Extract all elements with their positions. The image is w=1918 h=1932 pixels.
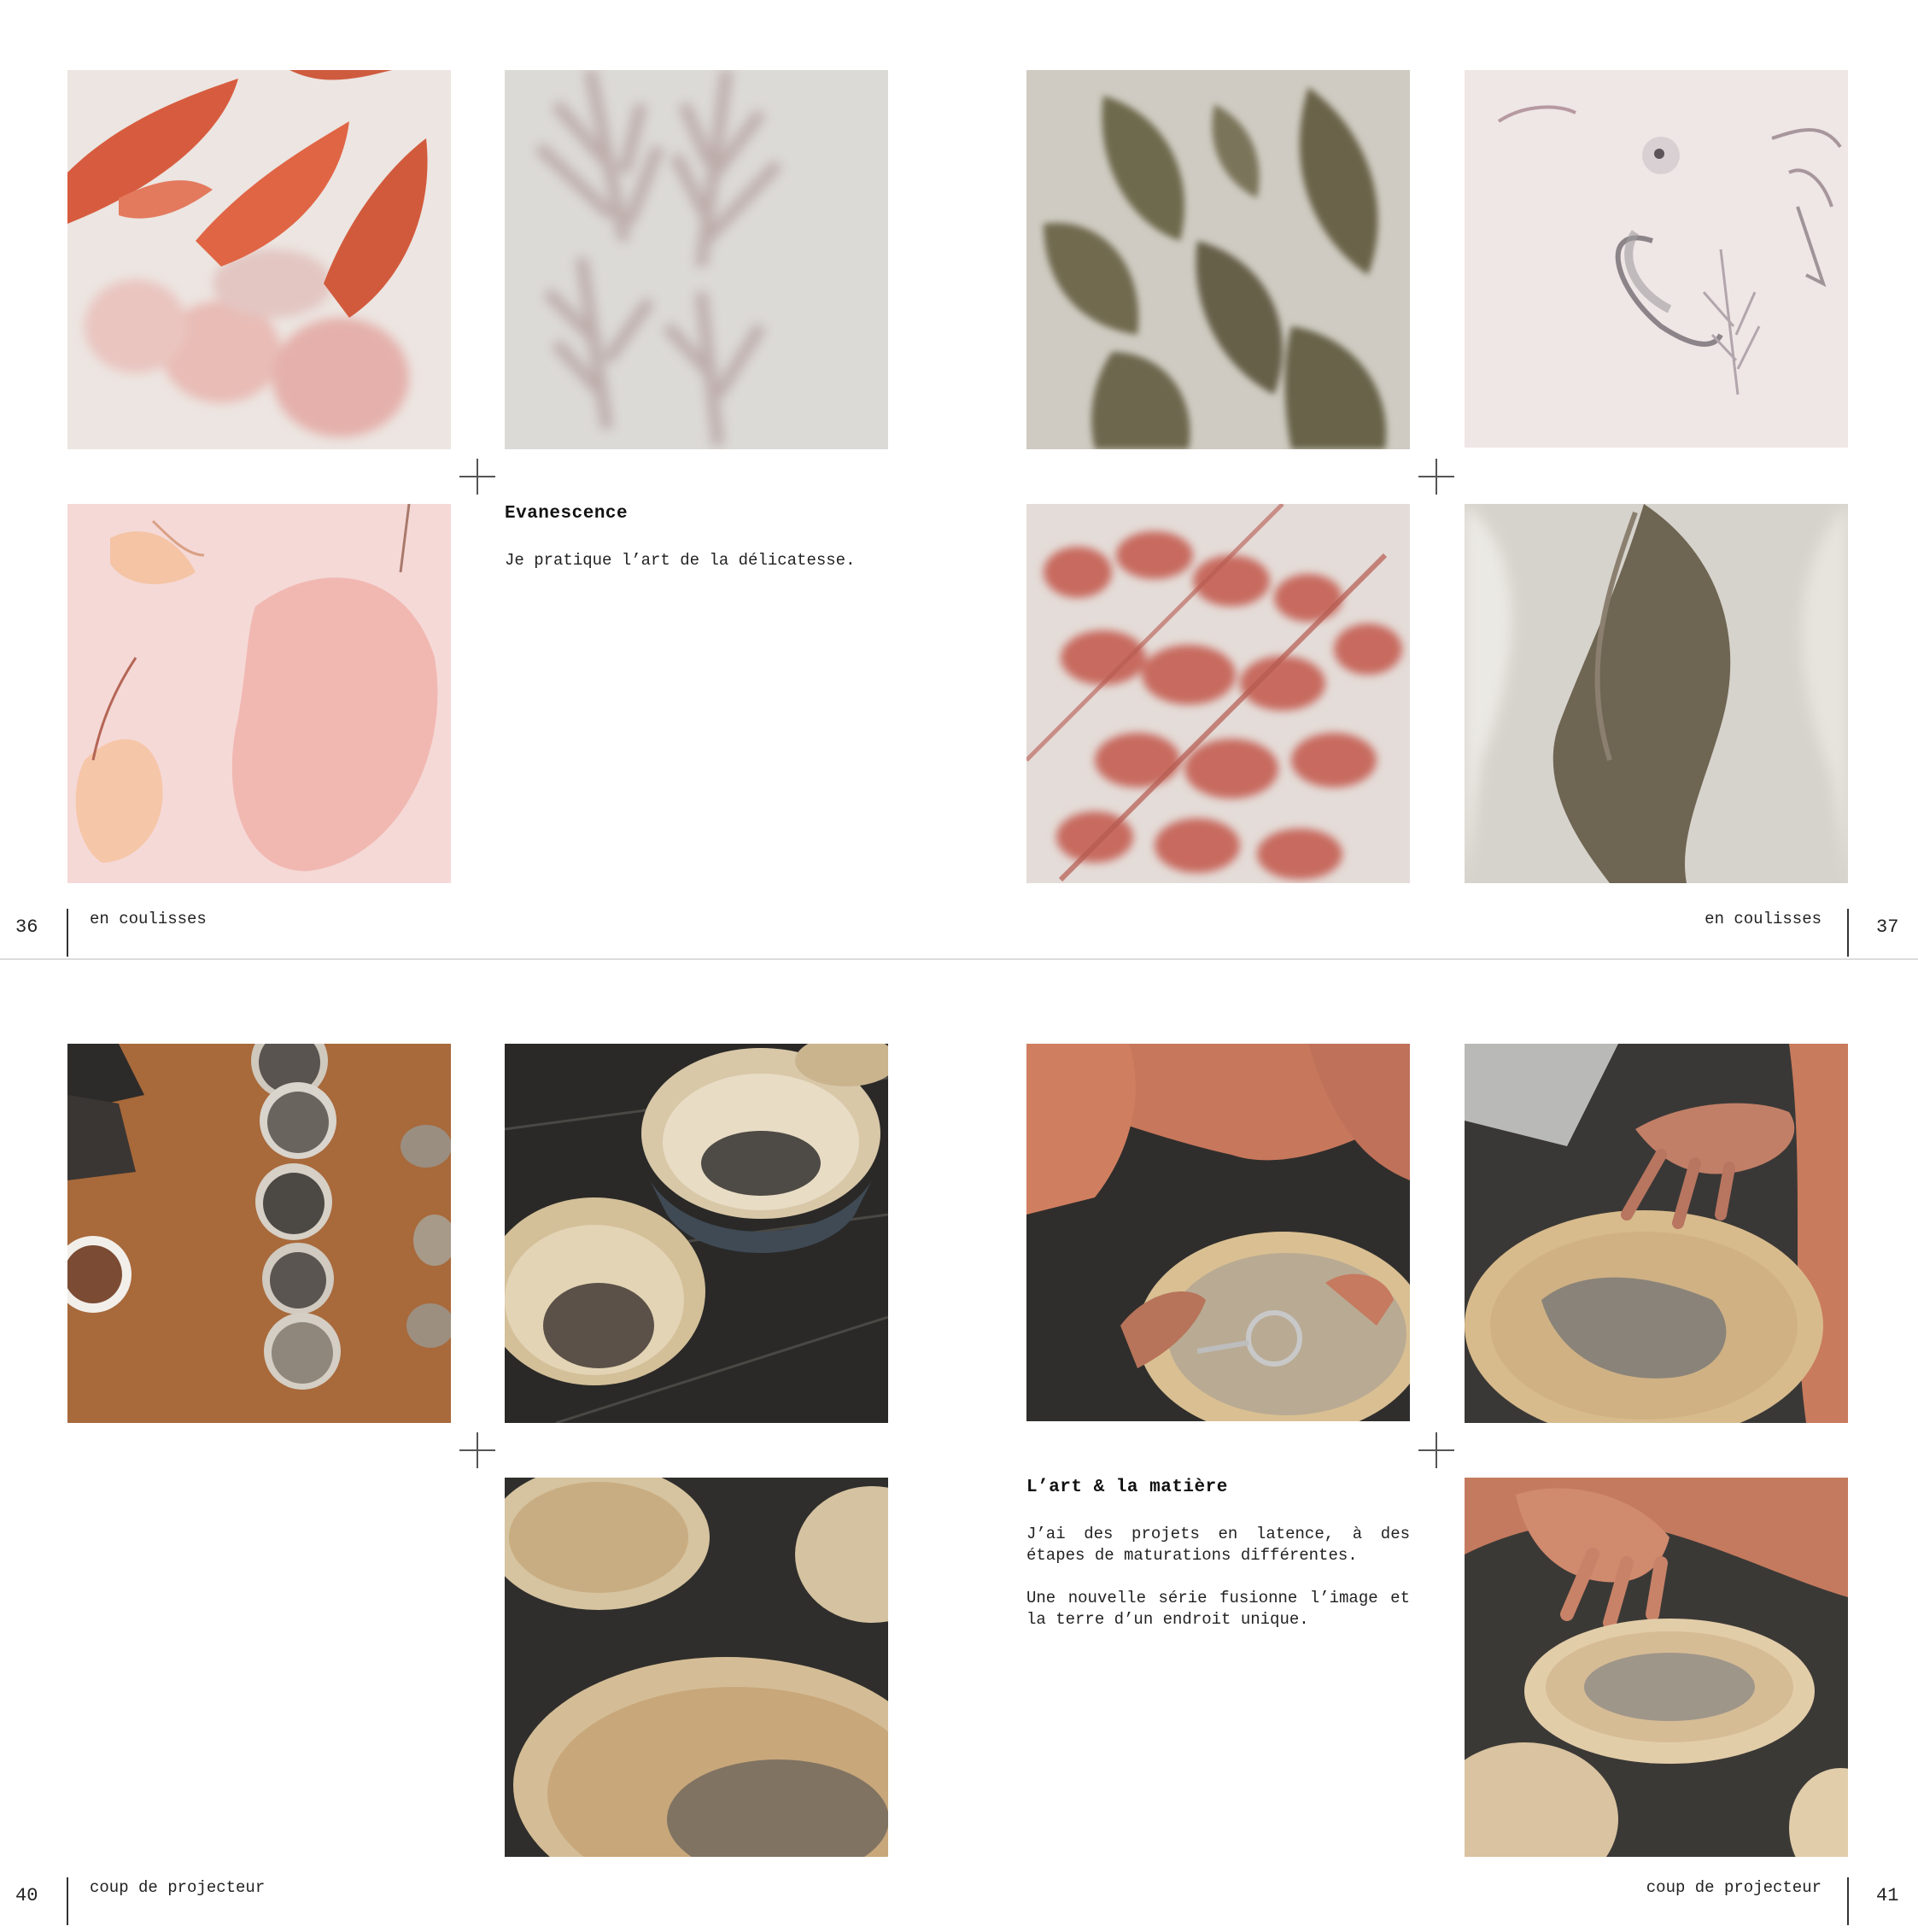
page-number-right: 37 — [1876, 916, 1899, 938]
photo-pale-botanical — [1465, 70, 1848, 448]
photo-hand-over-plate — [1465, 1044, 1848, 1423]
photo-olive-leaves — [1026, 70, 1410, 449]
footer-divider — [67, 909, 68, 957]
body-paragraph-1: J’ai des projets en latence, à des étape… — [1026, 1525, 1410, 1565]
section-label-right: coup de projecteur — [1646, 1878, 1822, 1897]
crosshair-mark — [1418, 1432, 1454, 1468]
page-number-left: 36 — [15, 916, 38, 938]
body-text: Je pratique l’art de la délicatesse. — [505, 551, 856, 570]
crosshair-mark — [459, 459, 495, 495]
section-label-left: coup de projecteur — [90, 1878, 266, 1897]
photo-hands-plate-closeup — [1465, 1478, 1848, 1857]
section-title: Evanescence — [505, 504, 629, 524]
footer-divider — [1847, 909, 1849, 957]
photo-hands-sifting — [1026, 1044, 1410, 1421]
page-number-left: 40 — [15, 1885, 38, 1906]
photo-red-petals — [67, 70, 451, 449]
section-label-left: en coulisses — [90, 910, 207, 928]
photo-wooden-bowls — [505, 1044, 888, 1423]
photo-pink-petals — [67, 504, 451, 883]
crosshair-mark — [1418, 459, 1454, 495]
section-label-right: en coulisses — [1705, 910, 1822, 928]
photo-bowls-closeup — [505, 1478, 888, 1857]
spread-top: Evanescence Je pratique l’art de la déli… — [0, 0, 1918, 963]
spread-bottom: L’art & la matière J’ai des projets en l… — [0, 969, 1918, 1932]
crosshair-mark — [459, 1432, 495, 1468]
photo-coral-leaf-branch — [1026, 504, 1410, 883]
photo-curled-leaf — [1465, 504, 1848, 883]
photo-glass-cups-sand — [67, 1044, 451, 1423]
body-paragraph-2: Une nouvelle série fusionne l’image et l… — [1026, 1589, 1410, 1629]
footer-divider — [67, 1877, 68, 1925]
page-number-right: 41 — [1876, 1885, 1899, 1906]
footer-divider — [1847, 1877, 1849, 1925]
photo-fern-shadows — [505, 70, 888, 449]
section-title: L’art & la matière — [1026, 1478, 1228, 1497]
